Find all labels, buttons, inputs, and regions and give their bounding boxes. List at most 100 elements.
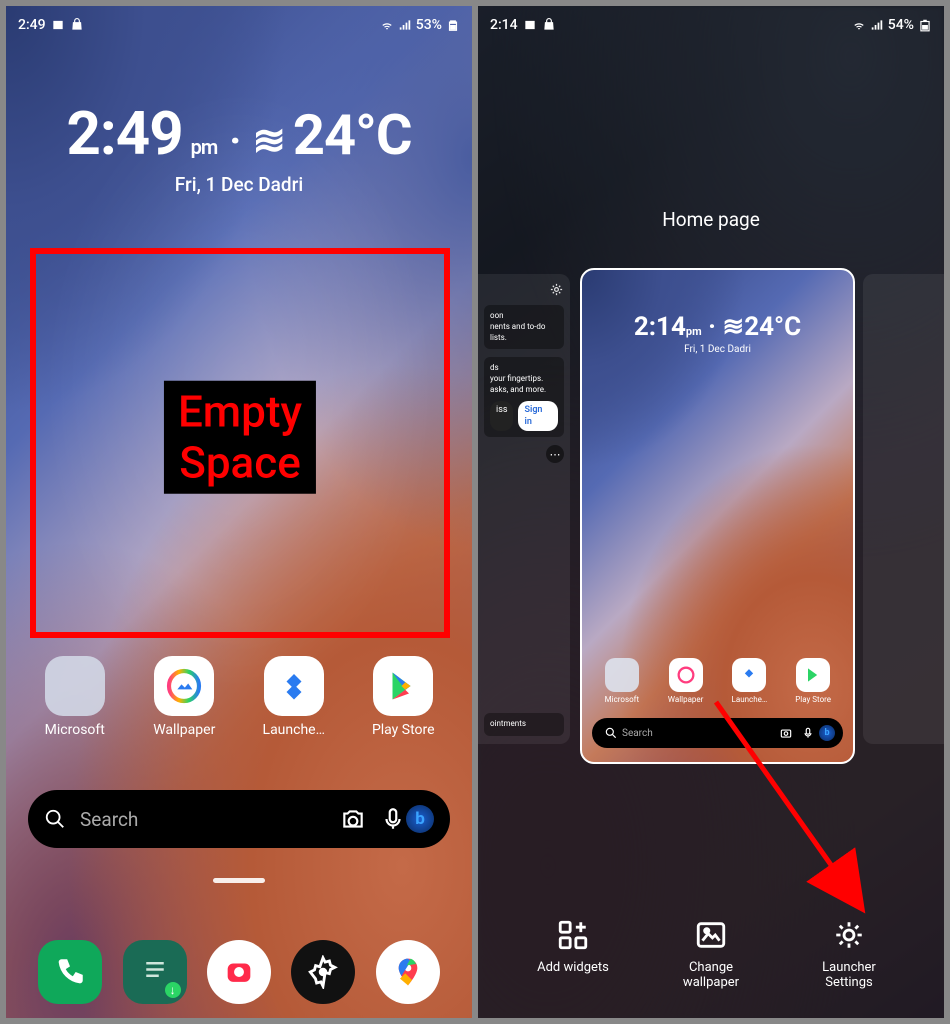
mini-app-label: Microsoft [605,695,639,704]
signin-button[interactable]: Sign in [518,401,558,431]
add-widgets-button[interactable]: Add widgets [518,918,628,990]
search-placeholder: Search [80,808,326,831]
mini-app-wallpaper: Wallpaper [656,658,716,704]
feed-text: ds [490,363,558,374]
search-icon [44,808,66,830]
wifi-icon [852,18,866,32]
status-right: 54% [852,17,932,33]
gear-icon[interactable] [549,282,564,297]
temperature: 24°C [293,102,412,168]
clock-ampm: pm [191,135,218,159]
app-row: Microsoft Wallpaper Launche… Play Store [6,656,472,738]
separator-dot: · [229,117,240,164]
home-screen-left: 2:49 53% 2:49 pm · ≋ 24°C Fri, 1 Dec Dad… [6,6,472,1018]
annotation-empty-space-box: Empty Space [30,248,450,638]
wifi-icon [380,18,394,32]
home-indicator[interactable] [213,878,265,883]
play-store-icon [796,658,830,692]
feed-panel-thumbnail[interactable]: oon nents and to-do lists. ds your finge… [478,274,570,744]
widgets-icon [556,918,590,952]
play-store-icon [373,656,433,716]
app-wallpaper[interactable]: Wallpaper [136,656,232,738]
image-icon [51,18,65,32]
battery-percent: 54% [888,17,914,33]
home-page-title: Home page [478,208,944,231]
launcher-settings-button[interactable]: Launcher Settings [794,918,904,990]
fog-icon: ≋ [722,312,744,342]
thumbnail-row: oon nents and to-do lists. ds your finge… [478,268,944,768]
app-play-store[interactable]: Play Store [355,656,451,738]
wallpaper-icon [669,658,703,692]
clock-weather-widget[interactable]: 2:49 pm · ≋ 24°C Fri, 1 Dec Dadri [6,98,472,196]
launcher-icon [732,658,766,692]
option-label: Change wallpaper [683,960,739,990]
mini-app-playstore: Play Store [783,658,843,704]
app-label: Launche… [263,722,325,738]
mini-date: Fri, 1 Dec Dadri [582,344,853,355]
mini-temp: 24°C [744,312,801,342]
clock-line1: 2:49 pm · ≋ 24°C [6,98,472,169]
feed-text: oon [490,311,558,322]
feed-text: nents and to-do lists. [490,322,558,344]
dock-notes[interactable]: ↓ [123,940,187,1004]
search-icon [604,726,618,740]
status-time: 2:49 [18,17,46,33]
app-microsoft-folder[interactable]: Microsoft [27,656,123,738]
status-left: 2:49 [18,17,84,33]
status-bar: 2:49 53% [6,6,472,38]
option-label: Add widgets [537,960,609,975]
mini-app-label: Launche… [732,695,768,704]
wallpaper-icon [154,656,214,716]
feed-text: ointments [490,719,558,730]
mini-clock-widget: 2:14pm · ≋24°C Fri, 1 Dec Dadri [582,312,853,355]
status-left: 2:14 [490,17,556,33]
search-bar[interactable]: Search b [28,790,450,848]
dock: ↓ [6,940,472,1004]
next-page-thumbnail[interactable] [863,274,944,744]
battery-percent: 53% [416,17,442,33]
feed-card-ds: ds your fingertips. asks, and more. iss … [484,357,564,437]
signal-icon [870,18,884,32]
separator-dot: · [708,312,722,342]
mini-ampm: pm [686,325,702,338]
home-page-thumbnail-selected[interactable]: 2:14pm · ≋24°C Fri, 1 Dec Dadri Microsof… [580,268,855,764]
dismiss-button[interactable]: iss [490,401,513,431]
battery-icon [446,18,460,32]
feed-card-soon: oon nents and to-do lists. [484,305,564,349]
status-time: 2:14 [490,17,518,33]
mic-icon [801,726,815,740]
status-bar: 2:14 54% [478,6,944,38]
dock-maps[interactable] [376,940,440,1004]
gear-icon [832,918,866,952]
date-location: Fri, 1 Dec Dadri [6,173,472,196]
signal-icon [398,18,412,32]
mini-time: 2:14 [634,312,686,342]
more-icon[interactable]: ⋯ [546,445,564,463]
mini-app-launcher: Launche… [719,658,779,704]
feed-card-appointments: ointments [484,713,564,736]
bag-icon [542,18,556,32]
battery-icon [918,18,932,32]
camera-icon[interactable] [340,806,366,832]
dock-settings[interactable] [291,940,355,1004]
mini-app-label: Play Store [795,695,831,704]
bing-icon: b [819,725,835,741]
folder-icon [605,658,639,692]
app-launcher[interactable]: Launche… [246,656,342,738]
mini-search-text: Search [622,728,653,739]
dock-phone[interactable] [38,940,102,1004]
annotation-empty-space-label: Empty Space [164,381,316,494]
feed-text: asks, and more. [490,385,558,396]
mini-apps-row: Microsoft Wallpaper Launche… [590,658,845,704]
option-label: Launcher Settings [822,960,876,990]
clock-time: 2:49 [66,98,182,169]
home-screen-right-edit-mode: 2:14 54% Home page oon nents and to-do l… [478,6,944,1018]
wallpaper-icon [694,918,728,952]
launcher-options-row: Add widgets Change wallpaper Launcher Se… [478,918,944,990]
feed-text: your fingertips. [490,374,558,385]
dock-camera[interactable] [207,940,271,1004]
bing-icon[interactable]: b [406,805,434,833]
change-wallpaper-button[interactable]: Change wallpaper [656,918,766,990]
app-label: Microsoft [45,722,105,738]
mic-icon[interactable] [380,806,406,832]
